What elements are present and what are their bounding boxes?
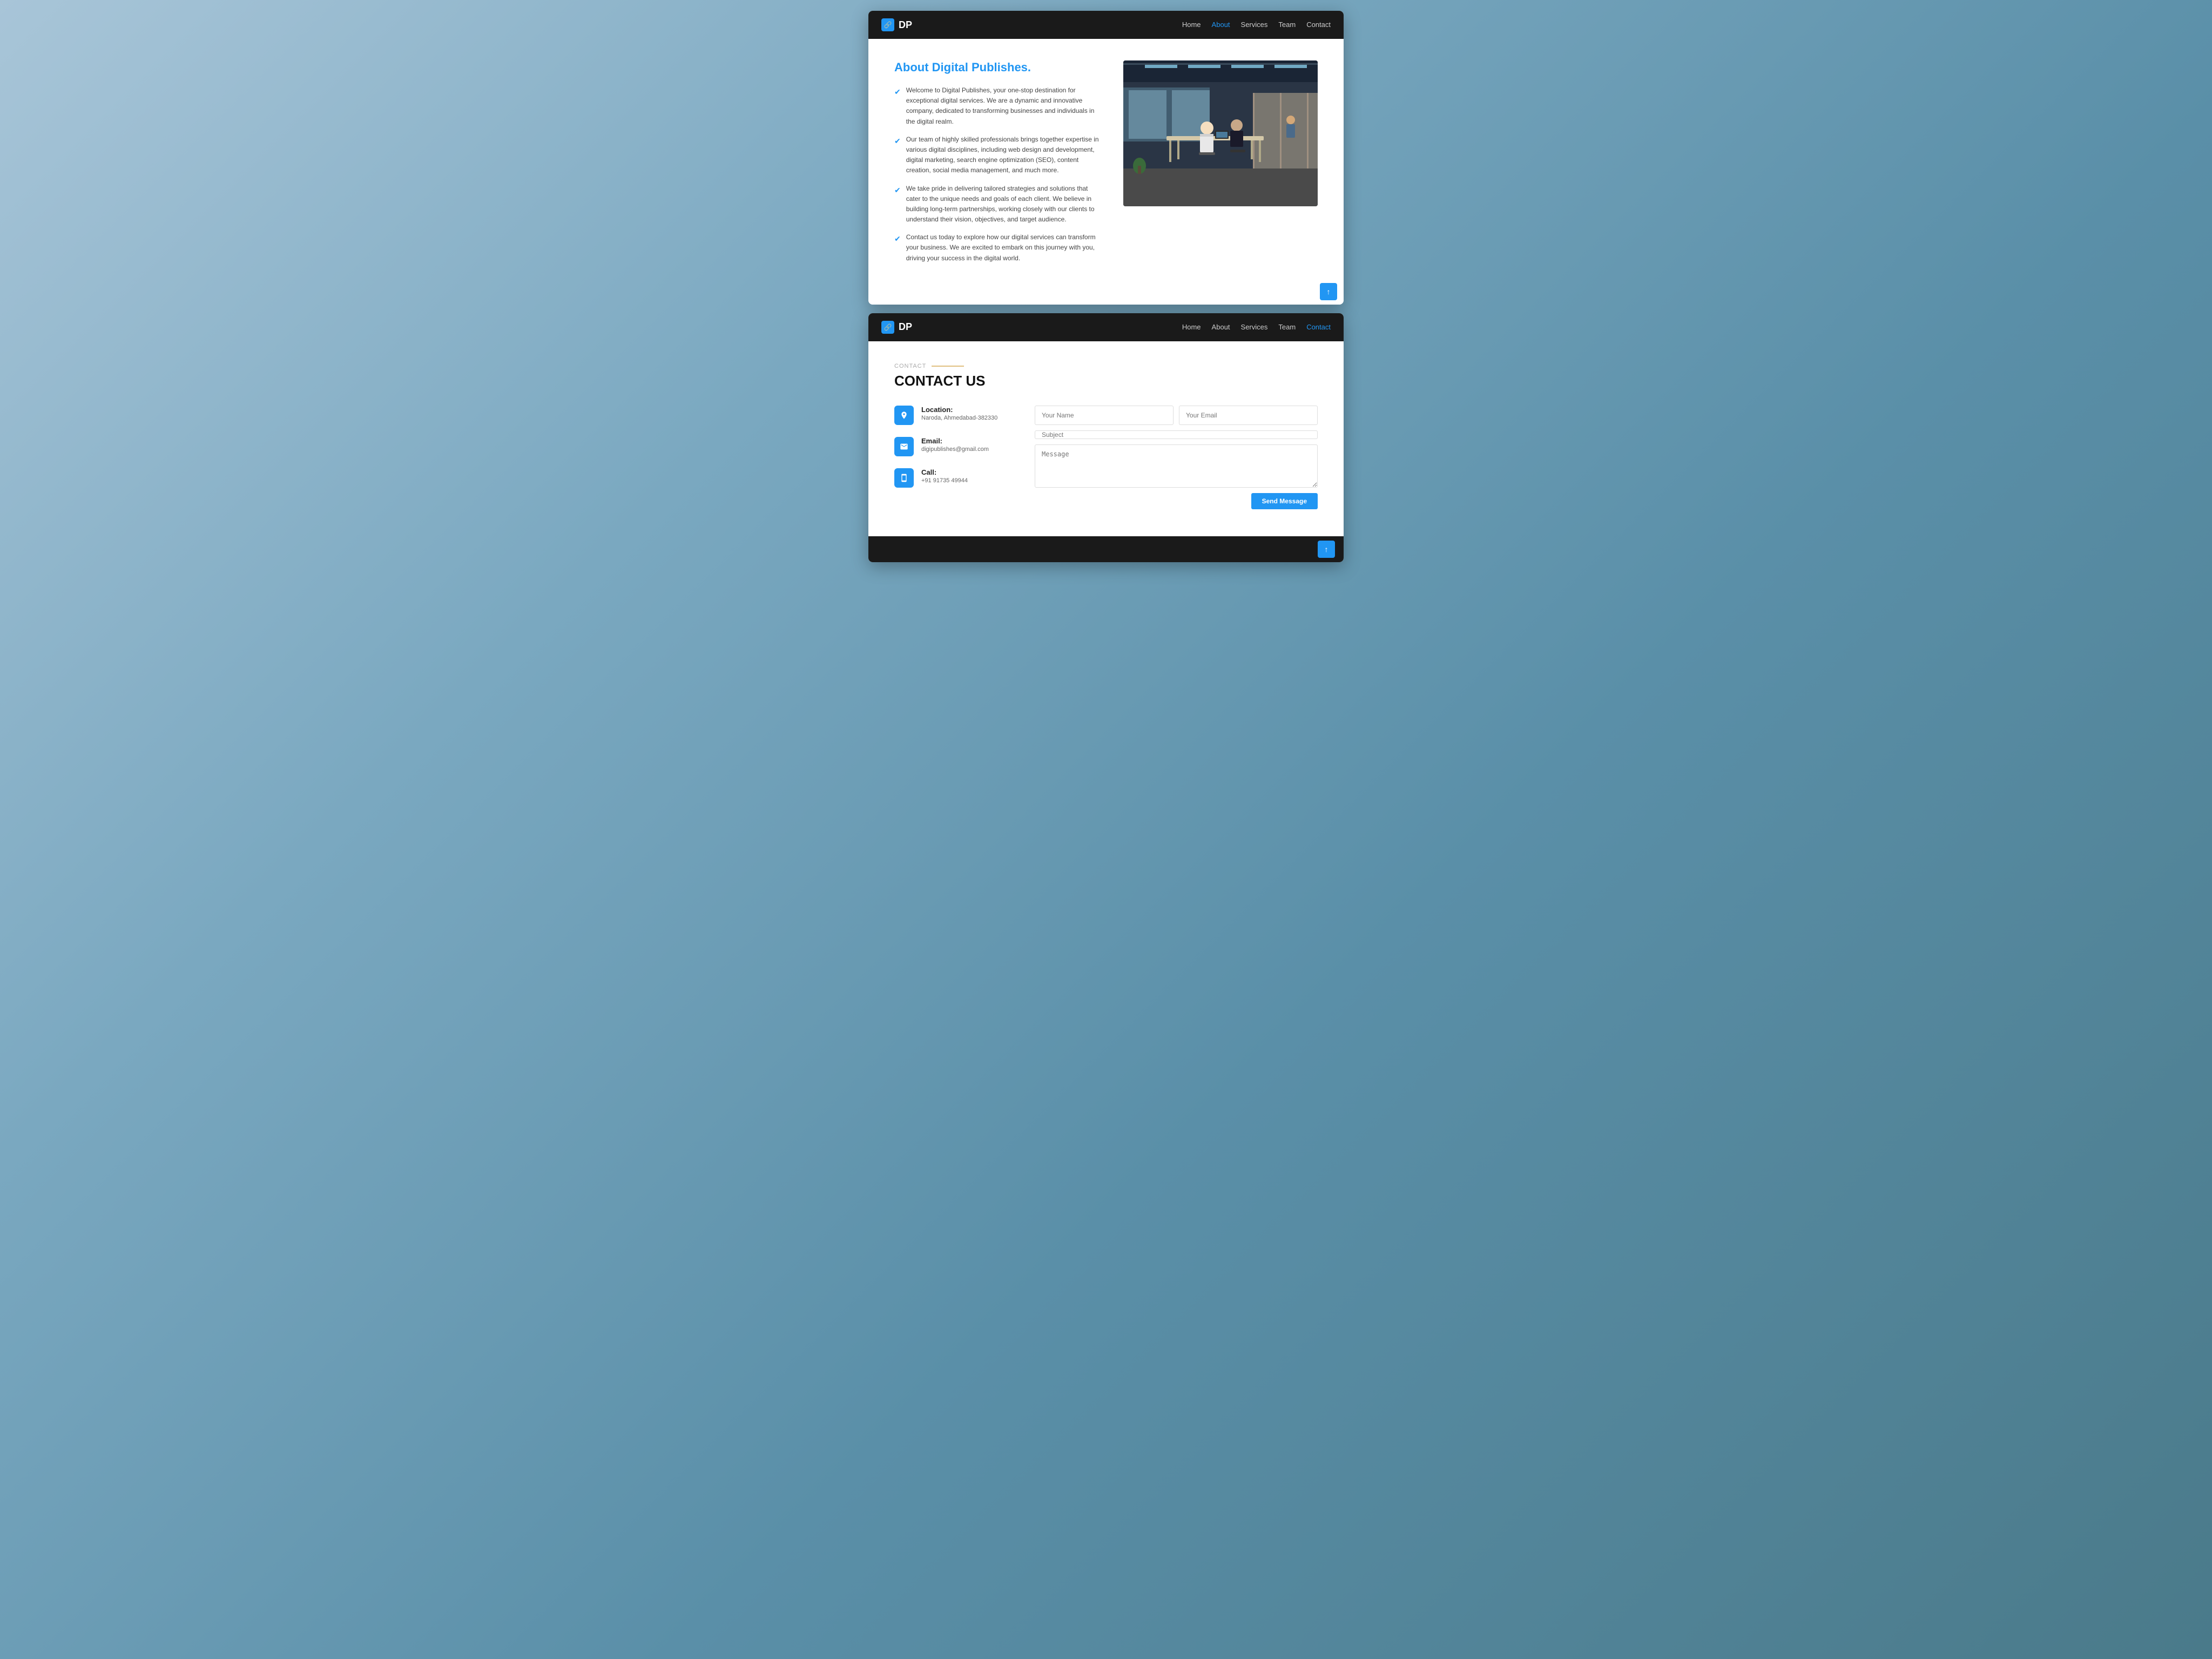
about-content: About Digital Publishes. ✔ Welcome to Di… [894, 60, 1102, 264]
about-section: About Digital Publishes. ✔ Welcome to Di… [868, 39, 1344, 285]
about-para-2: Our team of highly skilled professionals… [906, 134, 1102, 176]
check-icon-3: ✔ [894, 184, 901, 225]
email-detail: digipublishes@gmail.com [921, 446, 989, 453]
message-input[interactable] [1035, 444, 1318, 488]
nav-home-2[interactable]: Home [1182, 323, 1201, 331]
nav-contact-2[interactable]: Contact [1306, 323, 1331, 331]
office-svg [1123, 60, 1318, 206]
check-icon-2: ✔ [894, 135, 901, 176]
scroll-top-btn-2[interactable]: ↑ [1318, 541, 1335, 558]
phone-title: Call: [921, 468, 968, 476]
contact-title: CONTACT US [894, 373, 1318, 389]
nav-team-2[interactable]: Team [1278, 323, 1296, 331]
email-input[interactable] [1179, 406, 1318, 425]
contact-label-text: CONTACT [894, 363, 926, 369]
nav-services-2[interactable]: Services [1241, 323, 1268, 331]
about-list: ✔ Welcome to Digital Publishes, your one… [894, 85, 1102, 264]
browser-window-2: 🔗 DP Home About Services Team Contact CO… [868, 313, 1344, 562]
about-list-item-1: ✔ Welcome to Digital Publishes, your one… [894, 85, 1102, 127]
nav-contact-1[interactable]: Contact [1306, 21, 1331, 29]
brand-text-2: DP [899, 321, 912, 333]
about-title: About Digital Publishes. [894, 60, 1102, 75]
about-para-1: Welcome to Digital Publishes, your one-s… [906, 85, 1102, 127]
form-row-name-email [1035, 406, 1318, 425]
about-section-wrapper: About Digital Publishes. ✔ Welcome to Di… [868, 39, 1344, 305]
navbar-2: 🔗 DP Home About Services Team Contact [868, 313, 1344, 341]
location-icon [894, 406, 914, 425]
check-icon-4: ✔ [894, 233, 901, 264]
brand-icon-2: 🔗 [881, 321, 894, 334]
browser-window-1: 🔗 DP Home About Services Team Contact Ab… [868, 11, 1344, 305]
email-item: Email: digipublishes@gmail.com [894, 437, 1013, 456]
about-list-item-4: ✔ Contact us today to explore how our di… [894, 232, 1102, 264]
location-detail: Naroda, Ahmedabad-382330 [921, 415, 997, 421]
location-text: Location: Naroda, Ahmedabad-382330 [921, 406, 997, 421]
about-office-image [1123, 60, 1318, 206]
location-item: Location: Naroda, Ahmedabad-382330 [894, 406, 1013, 425]
phone-text: Call: +91 91735 49944 [921, 468, 968, 484]
footer-bar: ↑ [868, 536, 1344, 562]
about-list-item-3: ✔ We take pride in delivering tailored s… [894, 184, 1102, 225]
contact-section-label: CONTACT [894, 363, 1318, 369]
nav-home-1[interactable]: Home [1182, 21, 1201, 29]
about-para-4: Contact us today to explore how our digi… [906, 232, 1102, 264]
nav-menu-1: Home About Services Team Contact [1182, 20, 1331, 30]
send-message-button[interactable]: Send Message [1251, 493, 1318, 509]
scroll-top-btn-1[interactable]: ↑ [1320, 283, 1337, 300]
nav-about-2[interactable]: About [1212, 323, 1230, 331]
email-icon [894, 437, 914, 456]
nav-services-1[interactable]: Services [1241, 21, 1268, 29]
nav-about-1[interactable]: About [1212, 21, 1230, 29]
nav-team-1[interactable]: Team [1278, 21, 1296, 29]
about-para-3: We take pride in delivering tailored str… [906, 184, 1102, 225]
contact-info: Location: Naroda, Ahmedabad-382330 Email… [894, 406, 1013, 509]
phone-icon [894, 468, 914, 488]
email-title: Email: [921, 437, 989, 445]
brand-logo-1[interactable]: 🔗 DP [881, 18, 912, 31]
brand-text-1: DP [899, 19, 912, 31]
subject-input[interactable] [1035, 430, 1318, 439]
check-icon-1: ✔ [894, 86, 901, 127]
name-input[interactable] [1035, 406, 1174, 425]
about-title-highlight: Digital Publishes. [932, 60, 1031, 74]
brand-icon-1: 🔗 [881, 18, 894, 31]
contact-form: Send Message [1035, 406, 1318, 509]
phone-detail: +91 91735 49944 [921, 477, 968, 484]
contact-grid: Location: Naroda, Ahmedabad-382330 Email… [894, 406, 1318, 509]
about-title-prefix: About [894, 60, 932, 74]
navbar-1: 🔗 DP Home About Services Team Contact [868, 11, 1344, 39]
contact-section: CONTACT CONTACT US Location: Naroda, Ahm… [868, 341, 1344, 536]
nav-menu-2: Home About Services Team Contact [1182, 322, 1331, 332]
location-title: Location: [921, 406, 997, 414]
email-text: Email: digipublishes@gmail.com [921, 437, 989, 453]
about-list-item-2: ✔ Our team of highly skilled professiona… [894, 134, 1102, 176]
phone-item: Call: +91 91735 49944 [894, 468, 1013, 488]
brand-logo-2[interactable]: 🔗 DP [881, 321, 912, 334]
